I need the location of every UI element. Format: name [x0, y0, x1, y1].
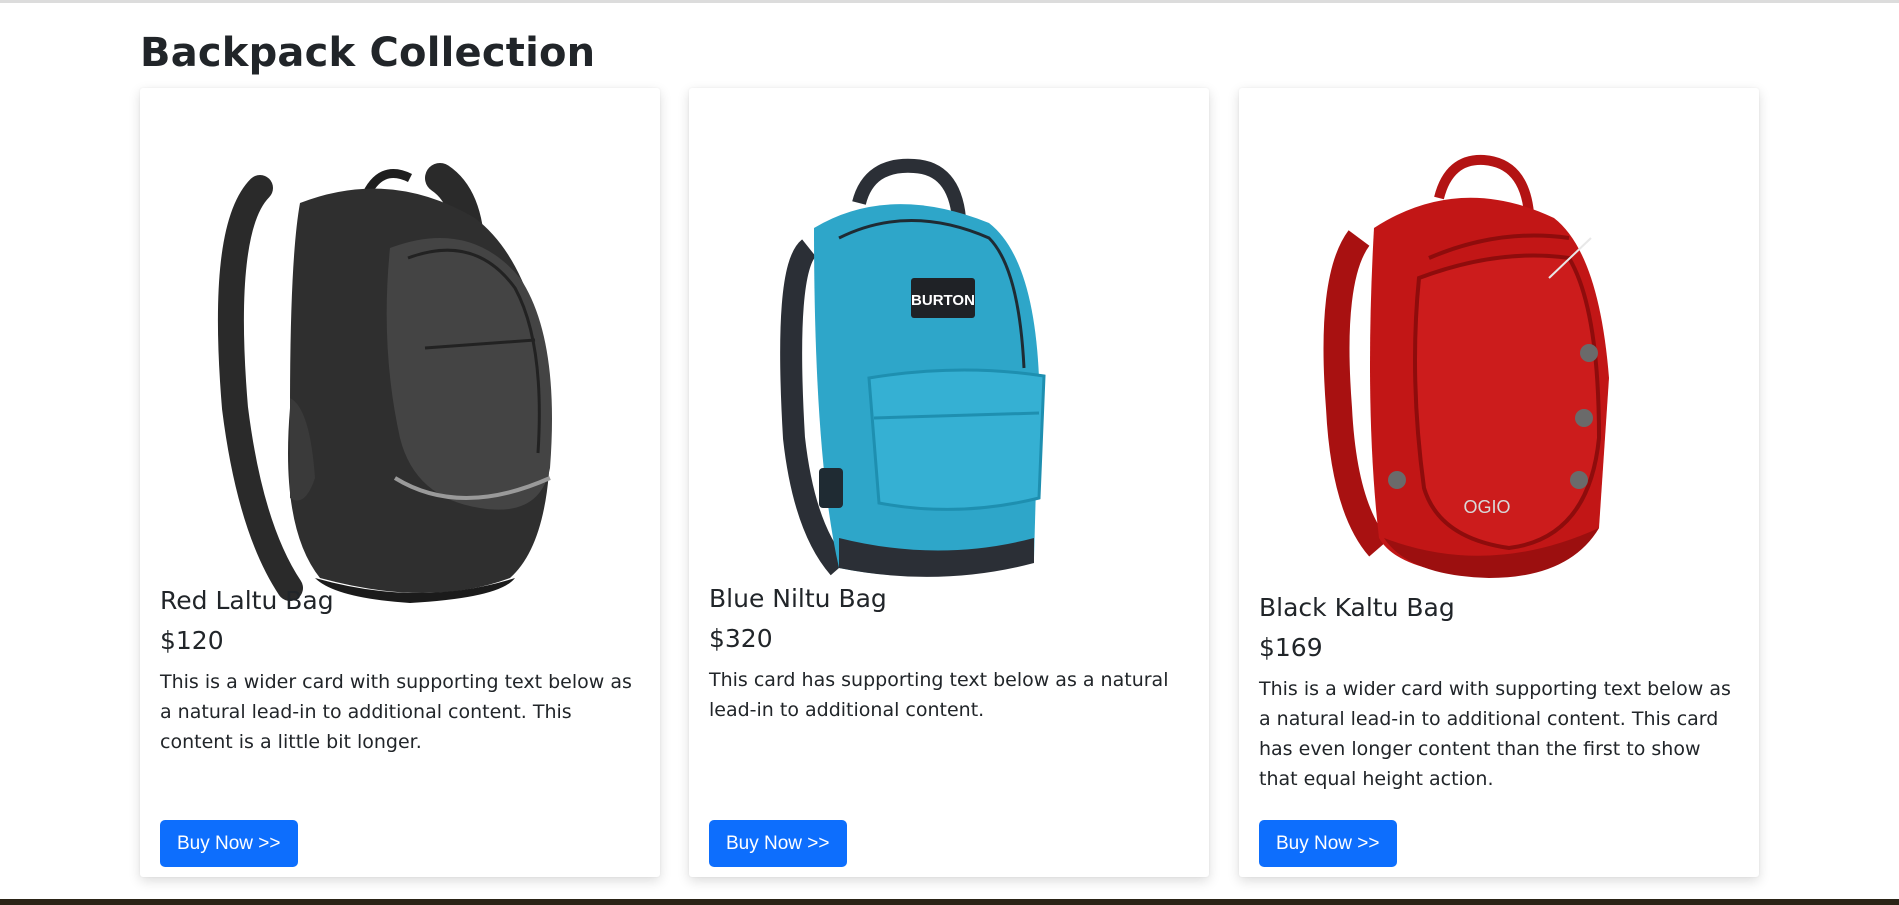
bottom-edge: [0, 899, 1899, 905]
buy-now-button[interactable]: Buy Now >>: [1259, 820, 1397, 867]
burton-badge: BURTON: [911, 292, 975, 309]
product-card: BURTON Blue Niltu Bag $320 This card has…: [689, 88, 1209, 877]
card-price: $169: [1259, 633, 1323, 662]
product-card: OGIO Black Kaltu Bag $169 This is a wide…: [1239, 88, 1759, 877]
card-price: $320: [709, 624, 773, 653]
page-title: Backpack Collection: [140, 30, 596, 76]
card-title: Red Laltu Bag: [160, 586, 334, 615]
card-title: Blue Niltu Bag: [709, 584, 887, 613]
card-text: This card has supporting text below as a…: [709, 669, 1169, 721]
card-text: This is a wider card with supporting tex…: [160, 671, 632, 753]
product-card: Red Laltu Bag $120 This is a wider card …: [140, 88, 660, 877]
red-backpack-image: OGIO: [1239, 108, 1759, 668]
buy-now-button[interactable]: Buy Now >>: [709, 820, 847, 867]
ogio-logo: OGIO: [1463, 497, 1510, 517]
buy-now-button[interactable]: Buy Now >>: [160, 820, 298, 867]
card-text: This is a wider card with supporting tex…: [1259, 678, 1731, 790]
card-price: $120: [160, 626, 224, 655]
card-title: Black Kaltu Bag: [1259, 593, 1455, 622]
black-backpack-image: [140, 108, 660, 668]
top-divider: [0, 0, 1899, 3]
